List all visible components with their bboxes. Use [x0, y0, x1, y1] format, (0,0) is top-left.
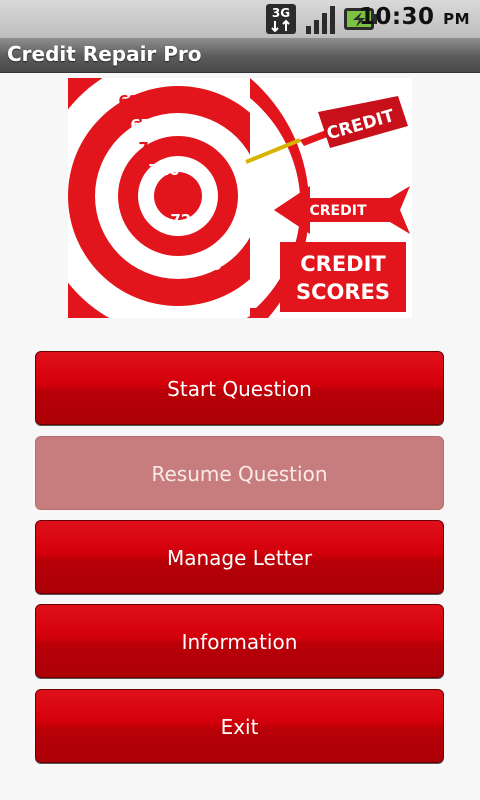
manage-letter-button[interactable]: Manage Letter	[35, 520, 444, 594]
signal-strength-icon	[306, 6, 335, 34]
ring-label: 700	[138, 139, 169, 157]
ring-label: 850	[160, 186, 191, 204]
ring-label: 560	[214, 300, 245, 318]
ring-label: 675	[130, 116, 161, 134]
app-title-bar: Credit Repair Pro	[0, 38, 480, 73]
clock-time: 10:30	[358, 4, 435, 30]
app-title: Credit Repair Pro	[7, 42, 202, 66]
ring-label: 620	[200, 278, 231, 296]
clock-ampm: PM	[443, 10, 470, 28]
information-button[interactable]: Information	[35, 604, 444, 678]
box-line2: SCORES	[296, 280, 390, 304]
start-question-button[interactable]: Start Question	[35, 351, 444, 425]
status-bar: 3G 10:30 PM	[0, 0, 480, 38]
exit-button[interactable]: Exit	[35, 689, 444, 763]
ring-label: 620	[118, 92, 149, 110]
ring-label: 700	[180, 233, 211, 251]
box-line1: CREDIT	[300, 252, 386, 276]
ring-label: 720	[170, 211, 201, 229]
ring-label: 675	[190, 256, 221, 274]
resume-question-button[interactable]: Resume Question	[35, 436, 444, 510]
arrow-label: CREDIT	[310, 203, 367, 219]
credit-scores-banner: 560 620 675 700 720 850 720 700 675 620 …	[68, 78, 412, 318]
clock: 10:30 PM	[359, 4, 470, 30]
3g-data-icon: 3G	[266, 4, 296, 34]
svg-text:3G: 3G	[272, 6, 290, 20]
ring-label: 720	[148, 161, 179, 179]
